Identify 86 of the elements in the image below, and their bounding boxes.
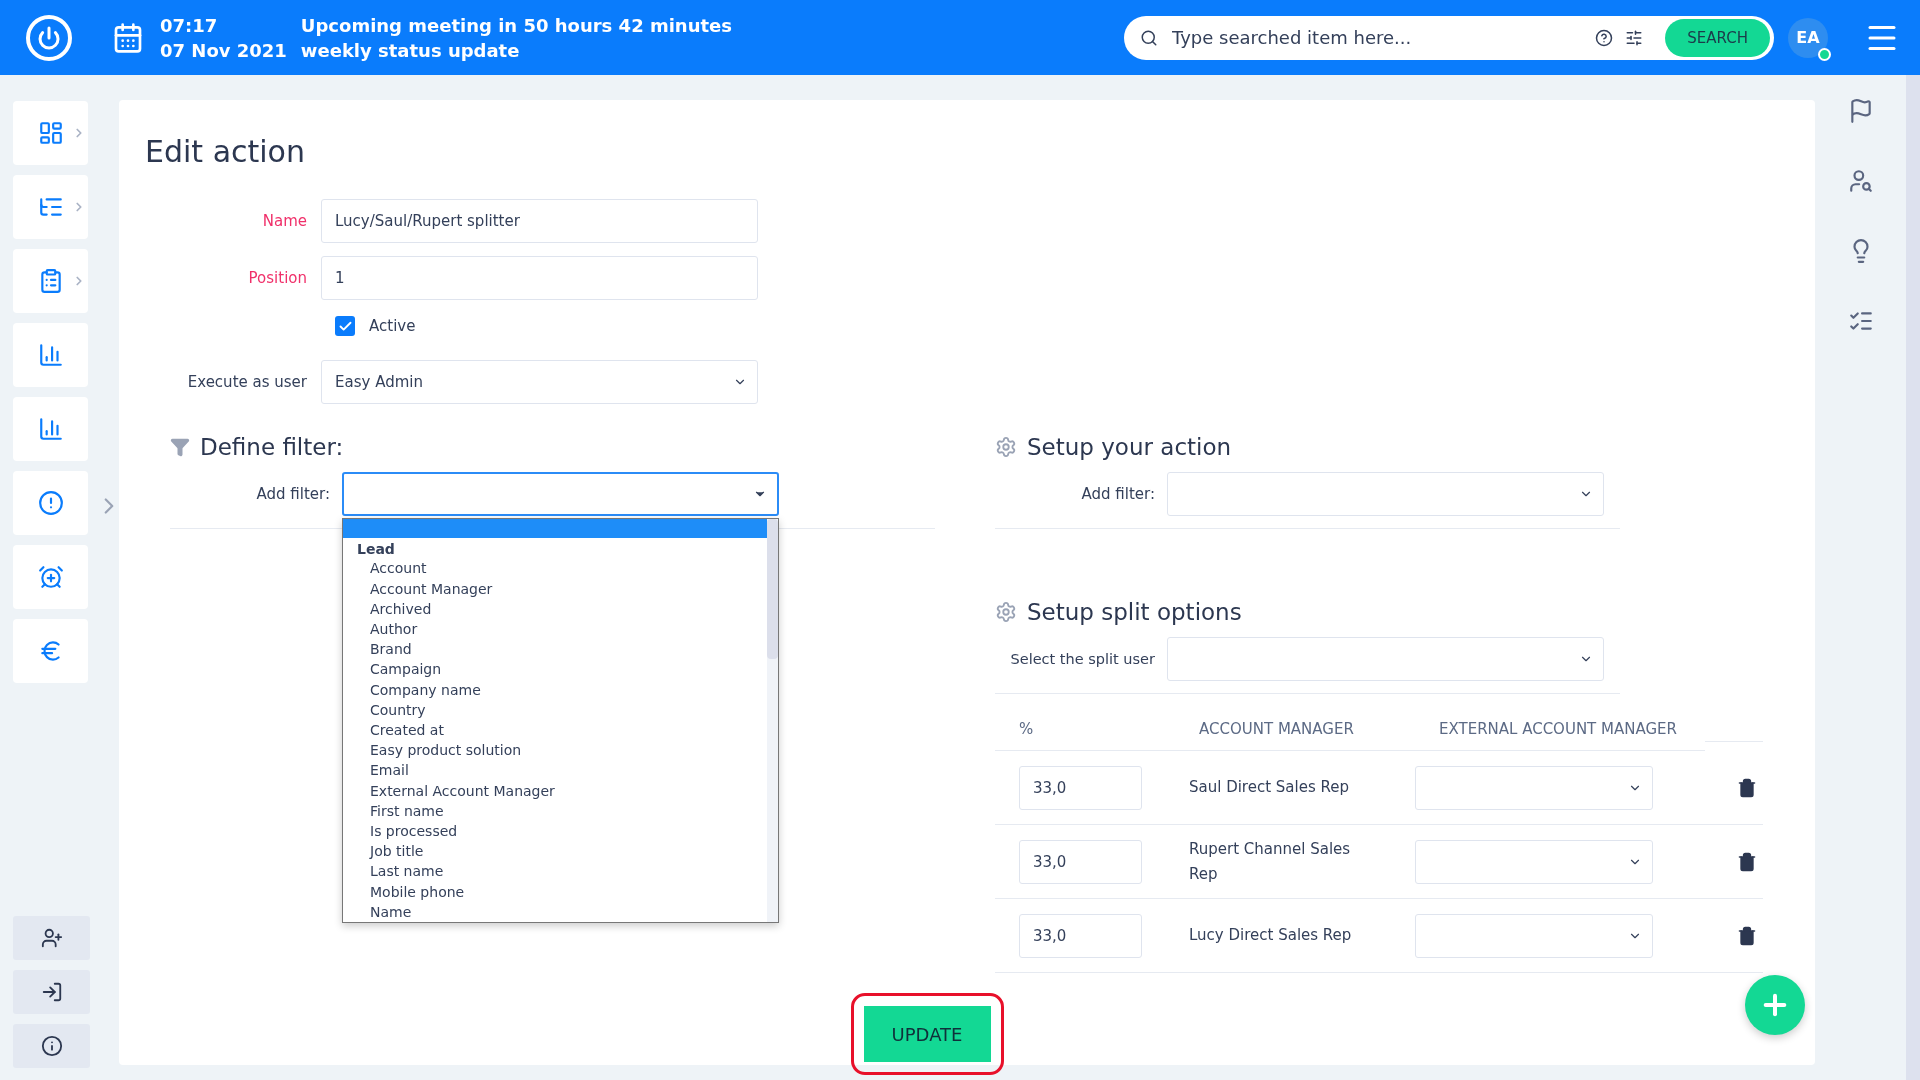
filter-icon [170, 437, 190, 457]
dropdown-option[interactable]: Job title [343, 841, 767, 862]
info-icon [40, 1035, 63, 1057]
dropdown-option[interactable]: Last name [343, 861, 767, 882]
dropdown-option[interactable]: Author [343, 618, 767, 640]
alert-icon [37, 490, 64, 516]
meeting-time: 07:17 [160, 13, 219, 38]
select-field[interactable]: Easy Admin [321, 360, 758, 404]
account-manager-name: Rupert Channel Sales Rep [1189, 838, 1352, 885]
meeting-notice: Upcoming meeting in 50 hours 42 minutes [300, 13, 732, 38]
dropdown-option[interactable]: Email [343, 760, 767, 781]
help-icon[interactable] [1595, 28, 1614, 47]
dropdown-option[interactable]: Account Manager [343, 578, 767, 599]
dropdown-option[interactable]: Account [343, 558, 767, 579]
sidebar-item[interactable] [13, 471, 88, 535]
field-label: Name [261, 212, 307, 230]
sidebar-bottom-button[interactable] [13, 1024, 90, 1068]
text-field[interactable]: 1 [321, 256, 758, 300]
sidebar-item[interactable] [13, 175, 88, 239]
update-button[interactable]: UPDATE [863, 1006, 991, 1062]
option-group-label: Lead [356, 540, 396, 559]
dropdown-option[interactable]: First name [343, 800, 767, 821]
dropdown-option[interactable]: Archived [343, 598, 767, 619]
sign-in-icon [40, 981, 63, 1003]
field-label: Add filter: [1080, 485, 1155, 503]
section-title: Define filter: [200, 434, 344, 460]
field-label: Execute as user [186, 373, 307, 391]
sidebar-item[interactable] [13, 249, 88, 313]
field-label: Select the split user [1009, 651, 1155, 667]
dashboard-icon [37, 120, 64, 146]
calendar-icon[interactable] [112, 21, 144, 54]
meeting-subject: weekly status update [300, 38, 521, 63]
dropdown-option[interactable]: Campaign [343, 659, 767, 680]
gear-icon [995, 601, 1017, 623]
chart-icon [37, 416, 64, 442]
search-field[interactable]: Type searched item here... SEARCH [1124, 15, 1774, 60]
dropdown-option[interactable]: Created at [343, 719, 767, 741]
column-header: % [995, 694, 1175, 751]
percent-field[interactable]: 33,0 [1019, 839, 1142, 884]
select-field[interactable] [342, 472, 779, 516]
search-icon [1140, 28, 1158, 47]
dropdown-option[interactable]: Is processed [343, 821, 767, 842]
percent-field[interactable]: 33,0 [1019, 765, 1142, 810]
user-search-icon [1847, 168, 1874, 194]
dropdown-option[interactable]: External Account Manager [343, 780, 767, 801]
checkbox[interactable] [335, 316, 355, 336]
sidebar-bottom-button[interactable] [13, 970, 90, 1014]
alarm-icon [37, 564, 64, 590]
logo-icon[interactable] [26, 14, 72, 61]
trash-icon [1737, 925, 1757, 946]
column-header: ACCOUNT MANAGER [1175, 694, 1415, 751]
text-field[interactable]: Lucy/Saul/Rupert splitter [321, 199, 758, 243]
column-header: EXTERNAL ACCOUNT MANAGER [1415, 694, 1705, 751]
account-manager-name: Saul Direct Sales Rep [1189, 777, 1351, 798]
highlighted-option[interactable] [343, 519, 767, 539]
meeting-date: 07 Nov 2021 [160, 38, 287, 63]
page-title: Edit action [145, 134, 306, 169]
bar-chart-icon [37, 342, 64, 368]
dropdown-option[interactable]: Name [343, 901, 767, 922]
sidebar-item[interactable] [13, 619, 88, 683]
gear-icon [995, 436, 1017, 458]
section-title: Setup split options [1027, 599, 1242, 625]
trash-icon [1737, 777, 1757, 798]
sidebar-bottom-button[interactable] [13, 916, 90, 960]
sidebar-item[interactable] [13, 323, 88, 387]
field-label: Add filter: [255, 485, 330, 503]
field-label: Position [247, 269, 307, 287]
dropdown-option[interactable]: Easy product solution [343, 740, 767, 761]
section-title: Setup your action [1027, 434, 1232, 460]
add-user-icon [40, 927, 63, 949]
account-manager-name: Lucy Direct Sales Rep [1189, 925, 1353, 946]
trash-icon [1737, 851, 1757, 872]
dropdown-option[interactable]: Company name [343, 679, 767, 700]
scrollbar[interactable] [1906, 75, 1920, 1080]
avatar-initials: EA [1796, 28, 1820, 47]
filter-settings-icon[interactable] [1625, 28, 1644, 47]
dropdown-option[interactable]: Country [343, 699, 767, 720]
sidebar-item[interactable] [13, 545, 88, 609]
scrollbar-thumb[interactable] [767, 519, 778, 659]
checkbox-label: Active [369, 317, 416, 335]
sidebar-item[interactable] [13, 397, 88, 461]
percent-field[interactable]: 33,0 [1019, 913, 1142, 958]
dropdown-option[interactable]: Brand [343, 639, 767, 660]
sidebar-item[interactable] [13, 101, 88, 165]
dropdown-option[interactable]: Mobile phone [343, 881, 767, 902]
search-button[interactable]: SEARCH [1665, 18, 1770, 57]
